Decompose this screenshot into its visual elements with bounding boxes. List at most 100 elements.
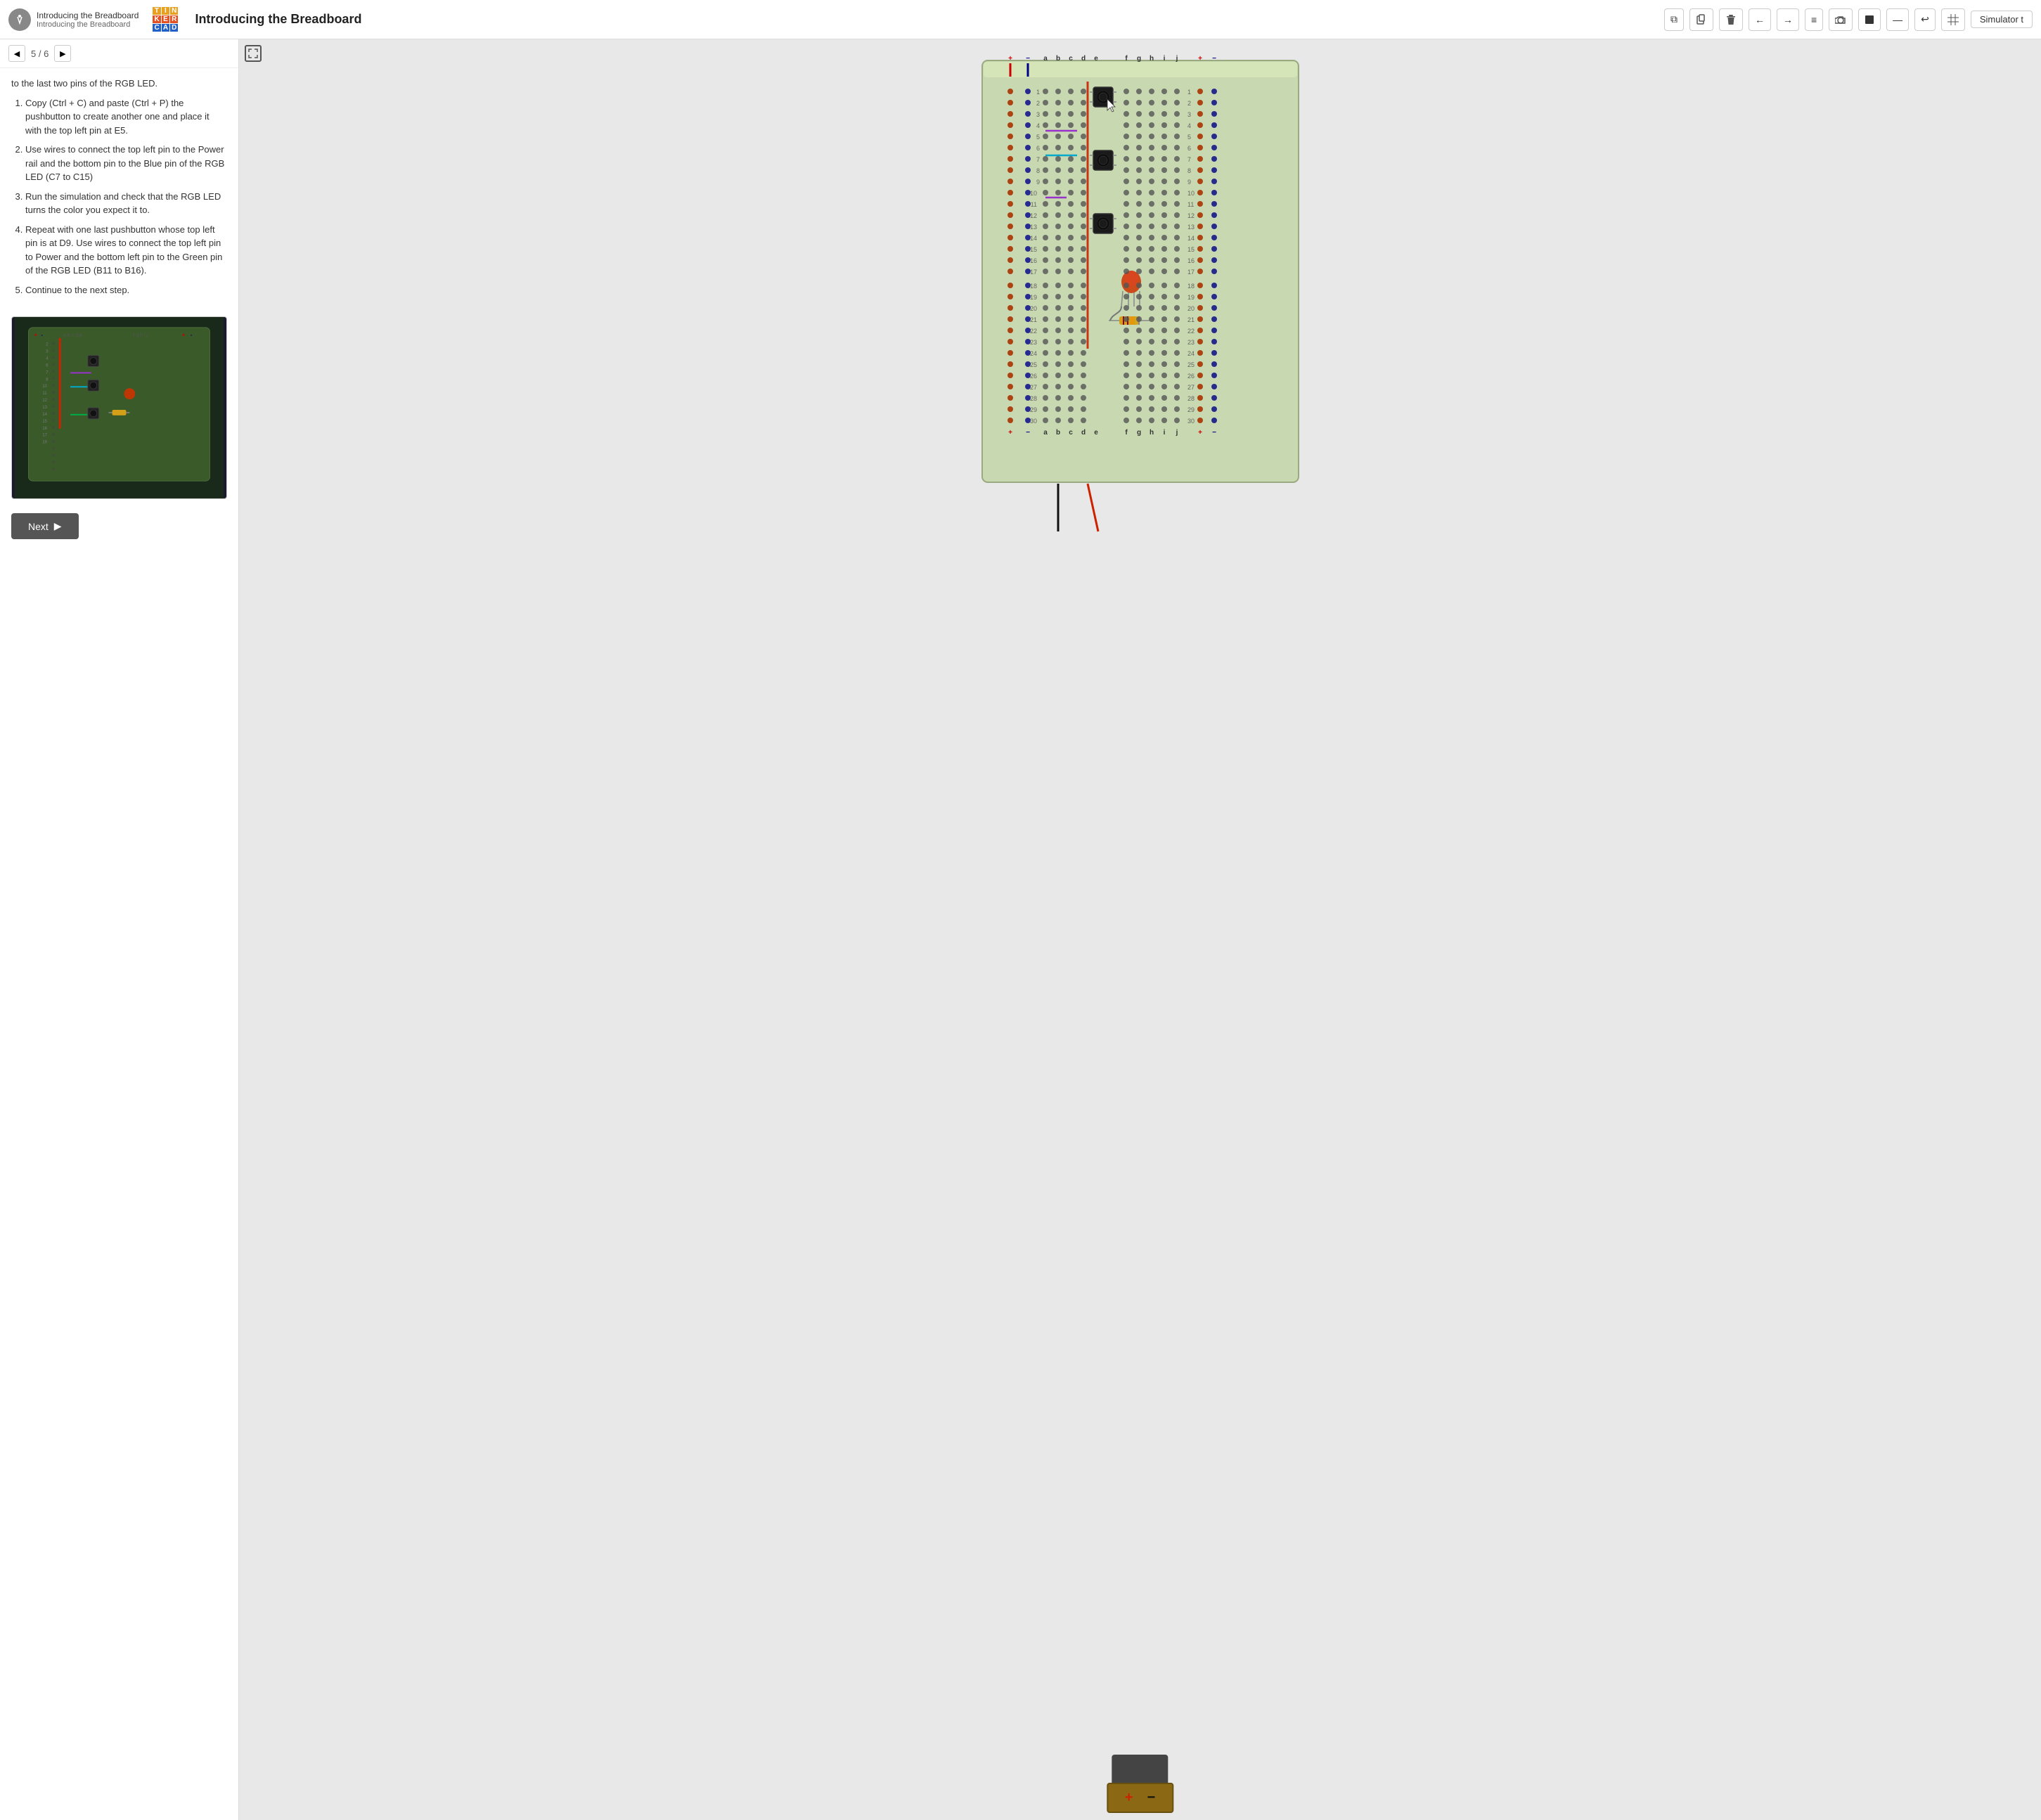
svg-text:+: + — [182, 332, 186, 338]
svg-text:5: 5 — [1187, 134, 1191, 141]
svg-text:4: 4 — [1036, 122, 1039, 129]
svg-text:+: + — [1008, 429, 1012, 437]
page-counter: 5 / 6 — [31, 49, 49, 59]
svg-text:a: a — [1043, 55, 1048, 63]
top-bar: Introducing the Breadboard Introducing t… — [0, 0, 2041, 39]
svg-text:20: 20 — [1029, 305, 1036, 312]
svg-text:13: 13 — [42, 406, 47, 410]
left-panel: ◀ 5 / 6 ▶ to the last two pins of the RG… — [0, 39, 239, 1820]
svg-text:26: 26 — [1187, 373, 1195, 380]
svg-text:13: 13 — [1029, 224, 1036, 231]
power-supply-section: + − — [1107, 1755, 1173, 1813]
svg-text:j: j — [1175, 429, 1178, 437]
line-tool[interactable]: — — [1886, 8, 1909, 31]
svg-text:-: - — [41, 332, 43, 338]
power-supply: + − — [1107, 1783, 1173, 1813]
toolbar: ⧉ ← → ≡ — ↩ Simulator t — [1664, 8, 2033, 31]
svg-text:d: d — [1081, 429, 1085, 437]
forward-button[interactable]: → — [1777, 8, 1799, 31]
svg-text:c: c — [1069, 429, 1073, 437]
next-page-button[interactable]: ▶ — [54, 45, 71, 62]
svg-text:d: d — [1081, 55, 1085, 63]
svg-text:b: b — [1055, 429, 1060, 437]
svg-text:17: 17 — [1029, 269, 1036, 276]
svg-text:11: 11 — [1030, 201, 1036, 208]
breadboard-svg: + − a b c d e f g h i j + − — [975, 53, 1306, 546]
svg-text:10: 10 — [1029, 190, 1036, 197]
next-arrow: ▶ — [54, 520, 62, 532]
svg-text:i: i — [1163, 429, 1165, 437]
svg-text:+: + — [1198, 429, 1202, 437]
breadcrumb: Introducing the Breadboard Introducing t… — [37, 11, 139, 29]
svg-text:15: 15 — [42, 420, 47, 424]
svg-text:10: 10 — [42, 385, 47, 389]
svg-text:c: c — [1069, 55, 1073, 63]
svg-text:13: 13 — [1187, 224, 1195, 231]
svg-text:1: 1 — [1187, 89, 1191, 96]
svg-text:30: 30 — [1029, 418, 1036, 425]
delete-button[interactable] — [1719, 8, 1743, 31]
list-button[interactable]: ≡ — [1805, 8, 1823, 31]
svg-text:21: 21 — [1187, 316, 1195, 323]
stop-button[interactable] — [1858, 8, 1881, 31]
svg-text:24: 24 — [1029, 350, 1036, 357]
svg-text:h: h — [1149, 55, 1153, 63]
svg-text:25: 25 — [1029, 361, 1036, 368]
svg-text:8: 8 — [1187, 167, 1191, 174]
wire-connector — [1112, 1755, 1168, 1783]
svg-text:7: 7 — [1187, 156, 1191, 163]
svg-text:16: 16 — [1029, 257, 1036, 264]
svg-text:3: 3 — [1036, 111, 1039, 118]
camera-button[interactable] — [1829, 8, 1853, 31]
svg-text:11: 11 — [1187, 201, 1194, 208]
step-1: Copy (Ctrl + C) and paste (Ctrl + P) the… — [25, 96, 227, 138]
svg-text:2: 2 — [1036, 100, 1039, 107]
svg-text:29: 29 — [1029, 406, 1036, 413]
steps-list: Copy (Ctrl + C) and paste (Ctrl + P) the… — [11, 96, 227, 297]
copy-button[interactable]: ⧉ — [1664, 8, 1684, 31]
nav-bar: ◀ 5 / 6 ▶ — [0, 39, 238, 68]
svg-text:16: 16 — [42, 427, 47, 431]
power-minus-symbol: − — [1147, 1790, 1156, 1806]
next-button[interactable]: Next ▶ — [11, 513, 79, 539]
svg-text:22: 22 — [1187, 328, 1195, 335]
svg-text:12: 12 — [42, 399, 47, 403]
svg-text:19: 19 — [1187, 294, 1195, 301]
svg-text:27: 27 — [1029, 384, 1036, 391]
simulator-button[interactable]: Simulator t — [1971, 11, 2033, 28]
svg-text:29: 29 — [1187, 406, 1195, 413]
back-button[interactable]: ← — [1749, 8, 1771, 31]
svg-text:-: - — [191, 332, 193, 338]
svg-text:26: 26 — [1029, 373, 1036, 380]
expand-icon[interactable] — [245, 45, 262, 62]
svg-text:j: j — [1175, 55, 1178, 63]
tinkercad-logo: T I N K E R C A D — [153, 7, 178, 32]
prev-page-button[interactable]: ◀ — [8, 45, 25, 62]
svg-text:12: 12 — [1187, 212, 1195, 219]
svg-text:25: 25 — [1187, 361, 1195, 368]
svg-text:−: − — [1026, 429, 1030, 437]
svg-text:23: 23 — [1187, 339, 1195, 346]
svg-text:16: 16 — [1187, 257, 1195, 264]
intro-paragraph: to the last two pins of the RGB LED. — [11, 77, 227, 91]
svg-text:18: 18 — [1187, 283, 1195, 290]
svg-text:+: + — [34, 332, 37, 338]
step-3: Run the simulation and check that the RG… — [25, 190, 227, 217]
svg-text:10: 10 — [1187, 190, 1195, 197]
svg-text:12: 12 — [1029, 212, 1036, 219]
svg-text:5: 5 — [1036, 134, 1039, 141]
undo-button[interactable]: ↩ — [1914, 8, 1936, 31]
svg-text:a b c d e: a b c d e — [63, 333, 82, 338]
svg-text:14: 14 — [42, 413, 47, 417]
svg-text:2: 2 — [1187, 100, 1191, 107]
grid-button[interactable] — [1941, 8, 1965, 31]
svg-text:11: 11 — [42, 392, 47, 396]
preview-image: + - a b c d e f g h i j + - — [11, 316, 227, 499]
svg-text:19: 19 — [1029, 294, 1036, 301]
paste-button[interactable] — [1689, 8, 1713, 31]
svg-text:g: g — [1136, 429, 1140, 437]
svg-text:15: 15 — [1187, 246, 1195, 253]
svg-text:17: 17 — [42, 434, 47, 438]
svg-text:+: + — [1008, 55, 1012, 63]
svg-text:8: 8 — [1036, 167, 1039, 174]
